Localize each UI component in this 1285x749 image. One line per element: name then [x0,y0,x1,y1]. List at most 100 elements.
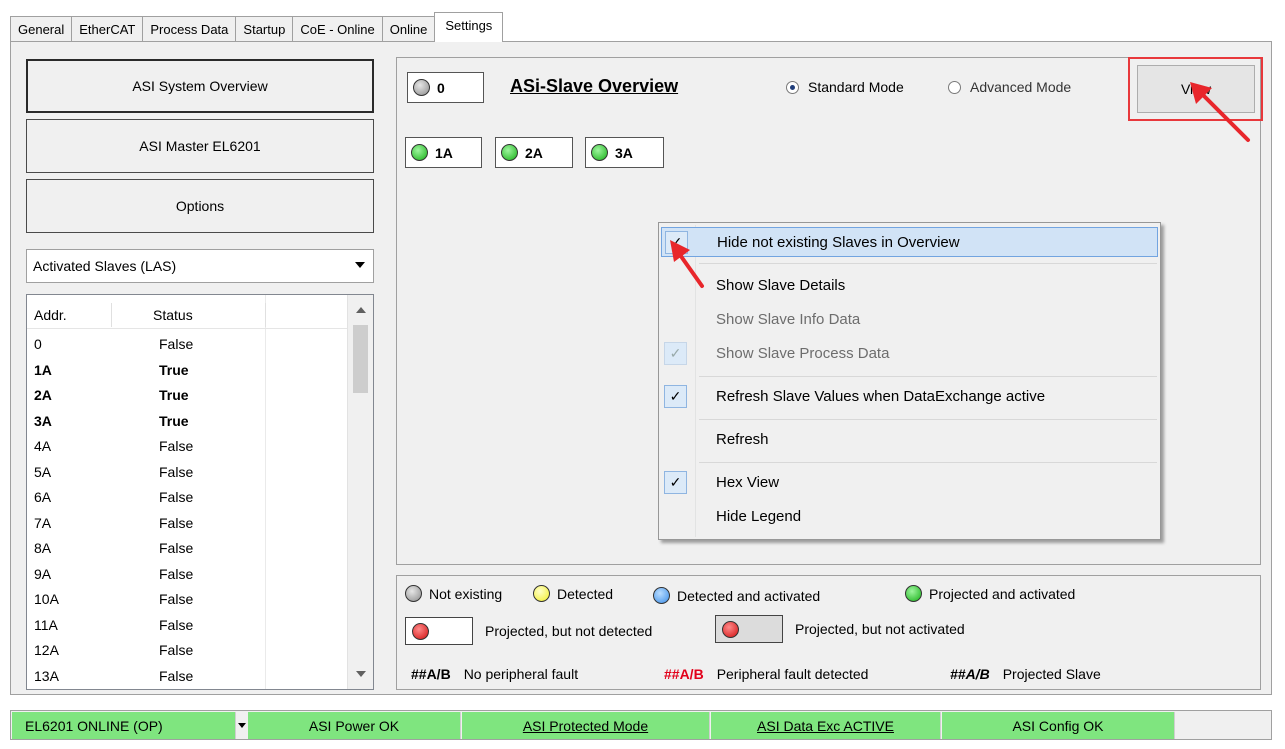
table-row[interactable]: 12A False [27,639,349,665]
status-data-exchange[interactable]: ASI Data Exc ACTIVE [711,712,941,739]
status-protected-mode[interactable]: ASI Protected Mode [462,712,710,739]
menu-separator [699,263,1157,264]
menu-item-show-slave-info[interactable]: Show Slave Info Data [661,305,1158,335]
row-addr: 13A [34,667,59,684]
legend-not-existing: Not existing [405,585,502,602]
legend-fault: ##A/B Peripheral fault detected [664,666,868,682]
header-addr[interactable]: Addr. [34,307,67,323]
green-led-icon [591,144,608,161]
tab-settings[interactable]: Settings [434,12,504,42]
yellow-led-icon [533,585,550,602]
scroll-down-icon[interactable] [356,671,366,677]
menu-item-show-process-data[interactable]: ✓ Show Slave Process Data [661,339,1158,369]
row-addr: 11A [34,616,58,633]
blue-led-icon [653,587,670,604]
menu-item-refresh-values[interactable]: ✓ Refresh Slave Values when DataExchange… [661,382,1158,412]
table-row[interactable]: 9A False [27,563,349,589]
header-divider [265,303,266,327]
standard-mode-label: Standard Mode [808,79,904,95]
menu-item-show-slave-details[interactable]: Show Slave Details [661,271,1158,301]
scroll-thumb[interactable] [353,325,368,393]
tab-online[interactable]: Online [381,16,436,42]
check-icon: ✓ [665,231,688,254]
row-status: False [159,463,194,480]
menu-item-label: Show Slave Details [716,277,846,294]
asi-master-button[interactable]: ASI Master EL6201 [26,119,374,173]
table-row[interactable]: 1A True [27,359,349,385]
slave-list[interactable]: Addr. Status 0 False 1A True 2A True 3A True 4A F… [26,294,374,690]
table-row[interactable]: 2A True [27,384,349,410]
status-state[interactable]: EL6201 ONLINE (OP) [12,712,236,739]
legend-label: No peripheral fault [463,666,579,682]
legend-box [715,615,783,643]
slave-label: 3A [615,144,633,161]
table-row[interactable]: 11A False [27,614,349,640]
legend-label: Projected, but not activated [795,621,965,637]
menu-item-refresh[interactable]: Refresh [661,425,1158,455]
row-status: False [159,438,194,454]
legend-tag: ##A/B [950,666,990,682]
tab-ethercat[interactable]: EtherCAT [71,16,144,42]
tab-startup[interactable]: Startup [235,16,294,42]
row-addr: 5A [34,463,52,480]
check-icon: ✓ [664,471,687,494]
list-rows: 0 False 1A True 2A True 3A True 4A False 5A False 6A… [27,333,349,690]
menu-separator [699,462,1157,463]
row-addr: 1A [34,361,52,378]
asi-system-overview-button[interactable]: ASI System Overview [26,59,374,113]
row-status: True [159,412,189,429]
list-header: Addr. Status [27,301,349,329]
table-row[interactable]: 6A False [27,486,349,512]
advanced-mode-label: Advanced Mode [970,79,1072,95]
slave-counter[interactable]: 0 [407,72,484,103]
menu-item-hide-not-existing[interactable]: ✓ Hide not existing Slaves in Overview [661,227,1158,257]
table-row[interactable]: 5A False [27,461,349,487]
slave-3a[interactable]: 3A [585,137,664,168]
menu-item-label: Hex View [716,474,780,491]
table-row[interactable]: 0 False [27,333,349,359]
slave-label: 2A [525,144,543,161]
legend-detected-activated: Detected and activated [653,587,820,604]
highlight-box [1128,57,1263,121]
status-config: ASI Config OK [942,712,1175,739]
red-led-icon [412,622,429,640]
tab-general[interactable]: General [10,16,73,42]
radio-selected-icon [786,80,799,94]
menu-item-hide-legend[interactable]: Hide Legend [661,502,1158,532]
menu-item-label: Refresh [716,431,769,448]
row-addr: 0 [34,336,42,352]
tab-coe-online[interactable]: CoE - Online [292,16,383,42]
table-row[interactable]: 3A True [27,410,349,436]
standard-mode-radio[interactable]: Standard Mode [786,79,904,95]
row-status: False [159,540,194,556]
legend-label: Projected, but not detected [485,623,653,639]
slave-1a[interactable]: 1A [405,137,482,168]
table-row[interactable]: 7A False [27,512,349,538]
row-status: True [159,361,189,378]
slave-2a[interactable]: 2A [495,137,573,168]
overview-title: ASi-Slave Overview [510,76,679,96]
menu-item-label: Hide Legend [716,508,802,525]
tab-bar: General EtherCAT Process Data Startup Co… [10,12,504,42]
row-addr: 4A [34,438,52,454]
slave-filter-combo[interactable]: Activated Slaves (LAS) [26,249,374,283]
header-status[interactable]: Status [153,307,193,323]
list-scrollbar[interactable] [347,295,373,689]
legend-label: Not existing [429,585,503,602]
menu-item-hex-view[interactable]: ✓ Hex View [661,468,1158,498]
table-row[interactable]: 10A False [27,588,349,614]
table-row[interactable]: 4A False [27,435,349,461]
options-button[interactable]: Options [26,179,374,233]
tab-process-data[interactable]: Process Data [142,16,237,42]
menu-item-label: Show Slave Process Data [716,345,890,362]
row-status: False [159,514,194,531]
table-row[interactable]: 8A False [27,537,349,563]
table-row[interactable]: 13A False [27,665,349,690]
scroll-up-icon[interactable] [356,307,366,313]
chevron-down-icon[interactable] [237,712,247,739]
advanced-mode-radio[interactable]: Advanced Mode [948,79,1071,95]
legend-no-fault: ##A/B No peripheral fault [411,666,578,682]
row-status: False [159,616,194,633]
menu-separator [699,419,1157,420]
row-status: True [159,387,189,403]
